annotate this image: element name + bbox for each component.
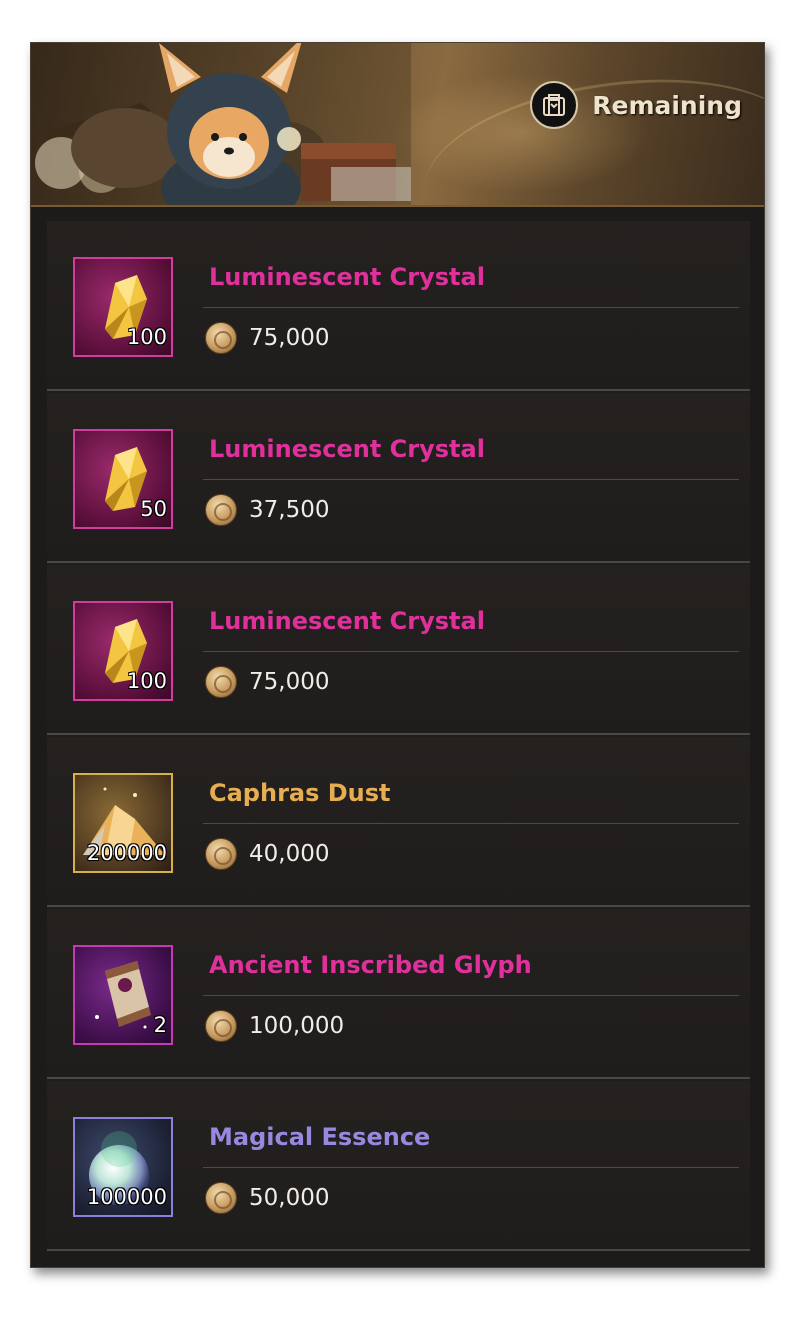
item-name: Caphras Dust — [209, 779, 391, 807]
silver-coin-icon — [205, 1010, 237, 1042]
item-name: Luminescent Crystal — [209, 607, 485, 635]
silver-coin-icon — [205, 322, 237, 354]
row-divider — [203, 995, 739, 996]
item-slot[interactable]: 100000 — [73, 1117, 173, 1217]
item-price: 75,000 — [205, 321, 329, 355]
item-price: 50,000 — [205, 1181, 329, 1215]
remaining-button[interactable]: Remaining — [530, 79, 742, 131]
item-slot[interactable]: 2 — [73, 945, 173, 1045]
silver-coin-icon — [205, 1182, 237, 1214]
item-quantity: 2 — [153, 1013, 167, 1037]
row-divider — [203, 823, 739, 824]
item-name: Luminescent Crystal — [209, 263, 485, 291]
item-slot[interactable]: 100 — [73, 257, 173, 357]
item-quantity: 100000 — [86, 1185, 167, 1209]
list-item[interactable]: 50 Luminescent Crystal 37,500 — [47, 393, 750, 563]
bag-icon — [530, 81, 579, 129]
list-item[interactable]: 100 Luminescent Crystal 75,000 — [47, 221, 750, 391]
silver-coin-icon — [205, 666, 237, 698]
row-divider — [203, 307, 739, 308]
silver-coin-icon — [205, 494, 237, 526]
price-value: 75,000 — [249, 325, 330, 351]
item-quantity: 50 — [140, 497, 167, 521]
row-divider — [203, 651, 739, 652]
item-name: Magical Essence — [209, 1123, 431, 1151]
price-value: 100,000 — [249, 1013, 345, 1039]
item-price: 40,000 — [205, 837, 329, 871]
row-divider — [203, 479, 739, 480]
price-value: 75,000 — [249, 669, 330, 695]
list-item[interactable]: 100 Luminescent Crystal 75,000 — [47, 565, 750, 735]
item-quantity: 100 — [126, 325, 167, 349]
item-slot[interactable]: 100 — [73, 601, 173, 701]
list-item[interactable]: 100000 Magical Essence 50,000 — [47, 1081, 750, 1251]
price-value: 37,500 — [249, 497, 330, 523]
item-quantity: 100 — [126, 669, 167, 693]
item-price: 75,000 — [205, 665, 329, 699]
item-quantity: 200000 — [86, 841, 167, 865]
item-name: Luminescent Crystal — [209, 435, 485, 463]
row-divider — [203, 1167, 739, 1168]
price-value: 40,000 — [249, 841, 330, 867]
fox-merchant-illustration — [31, 43, 411, 205]
item-name: Ancient Inscribed Glyph — [209, 951, 532, 979]
silver-coin-icon — [205, 838, 237, 870]
item-price: 37,500 — [205, 493, 329, 527]
list-item[interactable]: 200000 Caphras Dust 40,000 — [47, 737, 750, 907]
shop-banner: Remaining — [31, 43, 764, 207]
remaining-label: Remaining — [592, 90, 742, 120]
list-item[interactable]: 2 Ancient Inscribed Glyph 100,000 — [47, 909, 750, 1079]
item-slot[interactable]: 200000 — [73, 773, 173, 873]
shop-panel: Remaining 100 Luminescent Crystal 75,000 — [30, 42, 765, 1268]
item-slot[interactable]: 50 — [73, 429, 173, 529]
item-price: 100,000 — [205, 1009, 344, 1043]
price-value: 50,000 — [249, 1185, 330, 1211]
item-list: 100 Luminescent Crystal 75,000 50 Lumine… — [47, 221, 750, 1251]
